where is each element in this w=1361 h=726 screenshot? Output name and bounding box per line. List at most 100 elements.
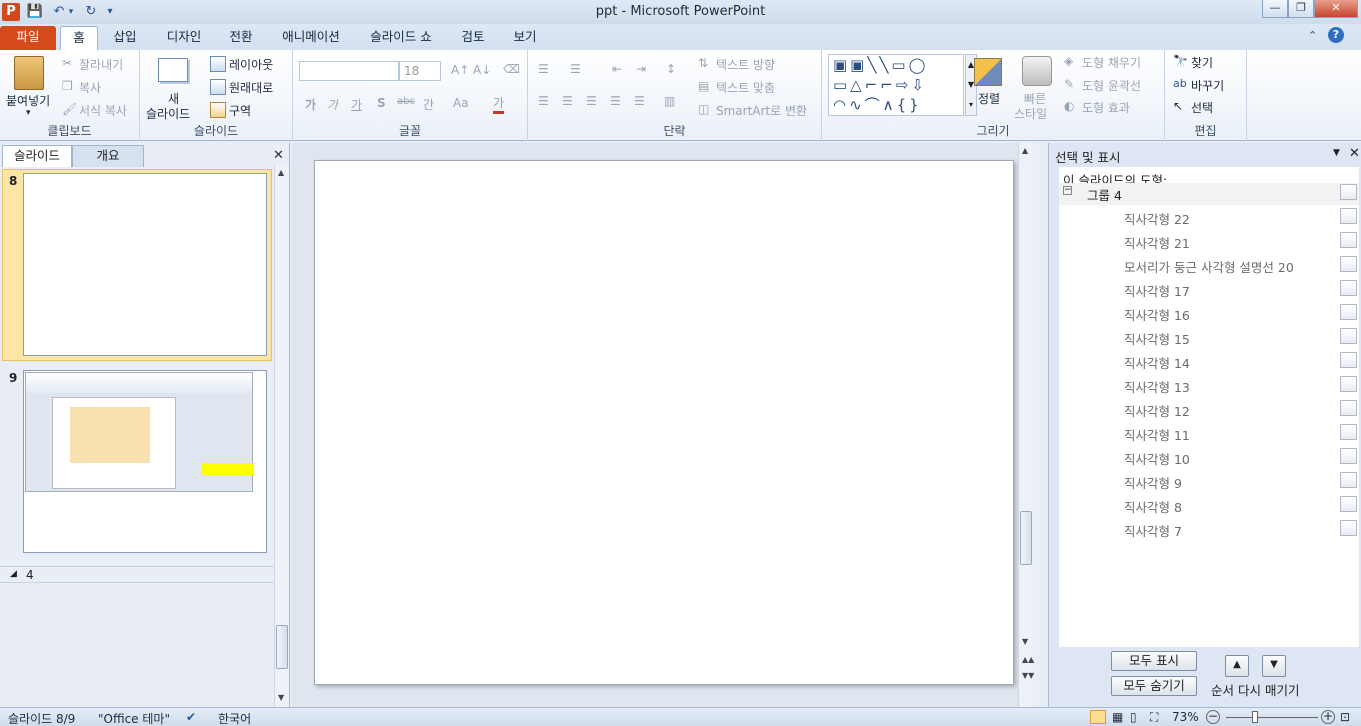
zoom-in-icon[interactable]: + <box>1321 710 1335 724</box>
tab-outline-pane[interactable]: 개요 <box>72 145 144 167</box>
change-case-button[interactable]: Aa <box>453 96 469 110</box>
tab-view[interactable]: 보기 <box>504 26 546 50</box>
format-painter-button[interactable]: 서식 복사 <box>79 102 127 119</box>
align-right-icon[interactable]: ☰ <box>586 94 597 108</box>
zoom-slider-thumb[interactable] <box>1252 711 1258 723</box>
section-header[interactable]: ◢ 4 <box>0 566 274 583</box>
slideshow-icon[interactable]: ⛶ <box>1150 710 1158 725</box>
shape-effects-button[interactable]: 도형 효과 <box>1082 99 1130 116</box>
visibility-toggle[interactable] <box>1340 208 1357 224</box>
bold-button[interactable]: 가 <box>305 96 316 113</box>
decrease-indent-icon[interactable]: ⇤ <box>612 62 622 76</box>
shadow-button[interactable]: S <box>377 96 386 110</box>
previous-slide-icon[interactable]: ▲▲ <box>1022 655 1034 664</box>
move-up-button[interactable]: ▲ <box>1225 655 1249 677</box>
distribute-icon[interactable]: ☰ <box>634 94 645 108</box>
select-button[interactable]: 선택 <box>1191 99 1213 116</box>
tab-animations[interactable]: 애니메이션 <box>272 26 350 50</box>
theme-name[interactable]: "Office 테마" <box>98 710 170 726</box>
section-button[interactable]: 구역 <box>229 102 251 119</box>
visibility-toggle[interactable] <box>1340 472 1357 488</box>
numbering-icon[interactable]: ☰ <box>570 62 581 76</box>
scroll-thumb[interactable] <box>276 625 288 669</box>
strike-button[interactable]: abc <box>397 96 415 107</box>
clear-format-icon[interactable]: ⌫ <box>503 62 520 76</box>
close-pane-icon[interactable]: ✕ <box>273 148 284 163</box>
scroll-down-icon[interactable]: ▼ <box>278 693 284 702</box>
shape-row[interactable]: 직사각형 8 <box>1059 493 1359 515</box>
tab-slides-pane[interactable]: 슬라이드 <box>2 145 72 167</box>
reset-button[interactable]: 원래대로 <box>229 79 273 96</box>
shapes-gallery[interactable]: ▣▣╲╲▭◯ ▭△⌐⌐⇨⇩ ◠∿⌒∧{} <box>828 54 964 116</box>
bullets-icon[interactable]: ☰ <box>538 62 549 76</box>
line-spacing-icon[interactable]: ↕ <box>666 62 676 76</box>
visibility-toggle[interactable] <box>1340 496 1357 512</box>
tab-design[interactable]: 디자인 <box>158 26 210 50</box>
zoom-out-icon[interactable]: − <box>1206 710 1220 724</box>
new-slide-icon[interactable] <box>158 58 188 82</box>
shape-row[interactable]: 직사각형 16 <box>1059 301 1359 323</box>
align-text-button[interactable]: 텍스트 맞춤 <box>716 79 775 96</box>
underline-button[interactable]: 가 <box>351 96 362 113</box>
smartart-button[interactable]: SmartArt로 변환 <box>716 102 807 119</box>
slide-scrollbar[interactable]: ▲ ▼ ▲▲ ▼▼ <box>1018 143 1034 707</box>
shape-row[interactable]: 모서리가 둥근 사각형 설명선 20 <box>1059 253 1359 275</box>
slide-sorter-icon[interactable]: ▦ <box>1112 710 1123 724</box>
collapse-ribbon-icon[interactable]: ⌃ <box>1308 29 1317 42</box>
paste-button[interactable]: 붙여넣기 <box>6 92 50 109</box>
arrange-icon[interactable] <box>974 58 1002 86</box>
replace-button[interactable]: 바꾸기 <box>1191 77 1224 94</box>
visibility-toggle[interactable] <box>1340 352 1357 368</box>
minimize-button[interactable]: — <box>1262 0 1288 18</box>
visibility-toggle-group[interactable] <box>1340 184 1357 200</box>
hide-all-button[interactable]: 모두 숨기기 <box>1111 676 1197 696</box>
columns-icon[interactable]: ▥ <box>664 94 675 108</box>
cut-button[interactable]: 잘라내기 <box>79 56 123 73</box>
paste-icon[interactable] <box>14 56 44 90</box>
shape-row[interactable]: 직사각형 22 <box>1059 205 1359 227</box>
shape-group-row[interactable]: − 그룹 4 <box>1059 183 1359 205</box>
reading-view-icon[interactable]: ▯ <box>1130 710 1137 724</box>
visibility-toggle[interactable] <box>1340 448 1357 464</box>
show-all-button[interactable]: 모두 표시 <box>1111 651 1197 671</box>
visibility-toggle[interactable] <box>1340 520 1357 536</box>
quick-styles-icon[interactable] <box>1022 56 1052 86</box>
paste-dropdown-icon[interactable]: ▾ <box>26 108 31 118</box>
tab-transitions[interactable]: 전환 <box>220 26 262 50</box>
font-name-combo[interactable] <box>299 61 399 81</box>
visibility-toggle[interactable] <box>1340 256 1357 272</box>
shape-fill-button[interactable]: 도형 채우기 <box>1082 54 1141 71</box>
font-size-combo[interactable]: 18 <box>399 61 441 81</box>
shape-outline-button[interactable]: 도형 윤곽선 <box>1082 77 1141 94</box>
normal-view-icon[interactable] <box>1090 710 1106 724</box>
text-direction-button[interactable]: 텍스트 방향 <box>716 56 775 73</box>
grow-font-icon[interactable]: A↑ <box>451 63 469 77</box>
italic-button[interactable]: 가 <box>327 96 338 113</box>
quick-styles-button[interactable]: 스타일 <box>1014 105 1047 122</box>
increase-indent-icon[interactable]: ⇥ <box>636 62 646 76</box>
visibility-toggle[interactable] <box>1340 304 1357 320</box>
shape-row[interactable]: 직사각형 17 <box>1059 277 1359 299</box>
tab-insert[interactable]: 삽입 <box>104 26 146 50</box>
help-icon[interactable]: ? <box>1328 27 1344 43</box>
zoom-slider-track[interactable] <box>1226 717 1318 718</box>
close-button[interactable]: ✕ <box>1314 0 1358 18</box>
spacing-button[interactable]: 간 <box>423 96 434 113</box>
font-color-button[interactable]: 가 <box>493 94 505 114</box>
justify-icon[interactable]: ☰ <box>610 94 621 108</box>
section-collapse-icon[interactable]: ◢ <box>10 569 17 579</box>
slide-scroll-thumb[interactable] <box>1020 511 1032 565</box>
shape-row[interactable]: 직사각형 7 <box>1059 517 1359 539</box>
visibility-toggle[interactable] <box>1340 232 1357 248</box>
slide-canvas[interactable] <box>314 160 1014 685</box>
slide-scroll-up-icon[interactable]: ▲ <box>1022 146 1028 155</box>
slides-pane-scrollbar[interactable]: ▲ ▼ <box>274 165 289 707</box>
copy-button[interactable]: 복사 <box>79 79 101 96</box>
collapse-group-icon[interactable]: − <box>1063 186 1072 195</box>
visibility-toggle[interactable] <box>1340 280 1357 296</box>
shape-row[interactable]: 직사각형 13 <box>1059 373 1359 395</box>
fit-to-window-icon[interactable]: ⊡ <box>1340 710 1350 724</box>
shape-row[interactable]: 직사각형 14 <box>1059 349 1359 371</box>
slide-scroll-down-icon[interactable]: ▼ <box>1022 637 1028 646</box>
shape-row[interactable]: 직사각형 9 <box>1059 469 1359 491</box>
